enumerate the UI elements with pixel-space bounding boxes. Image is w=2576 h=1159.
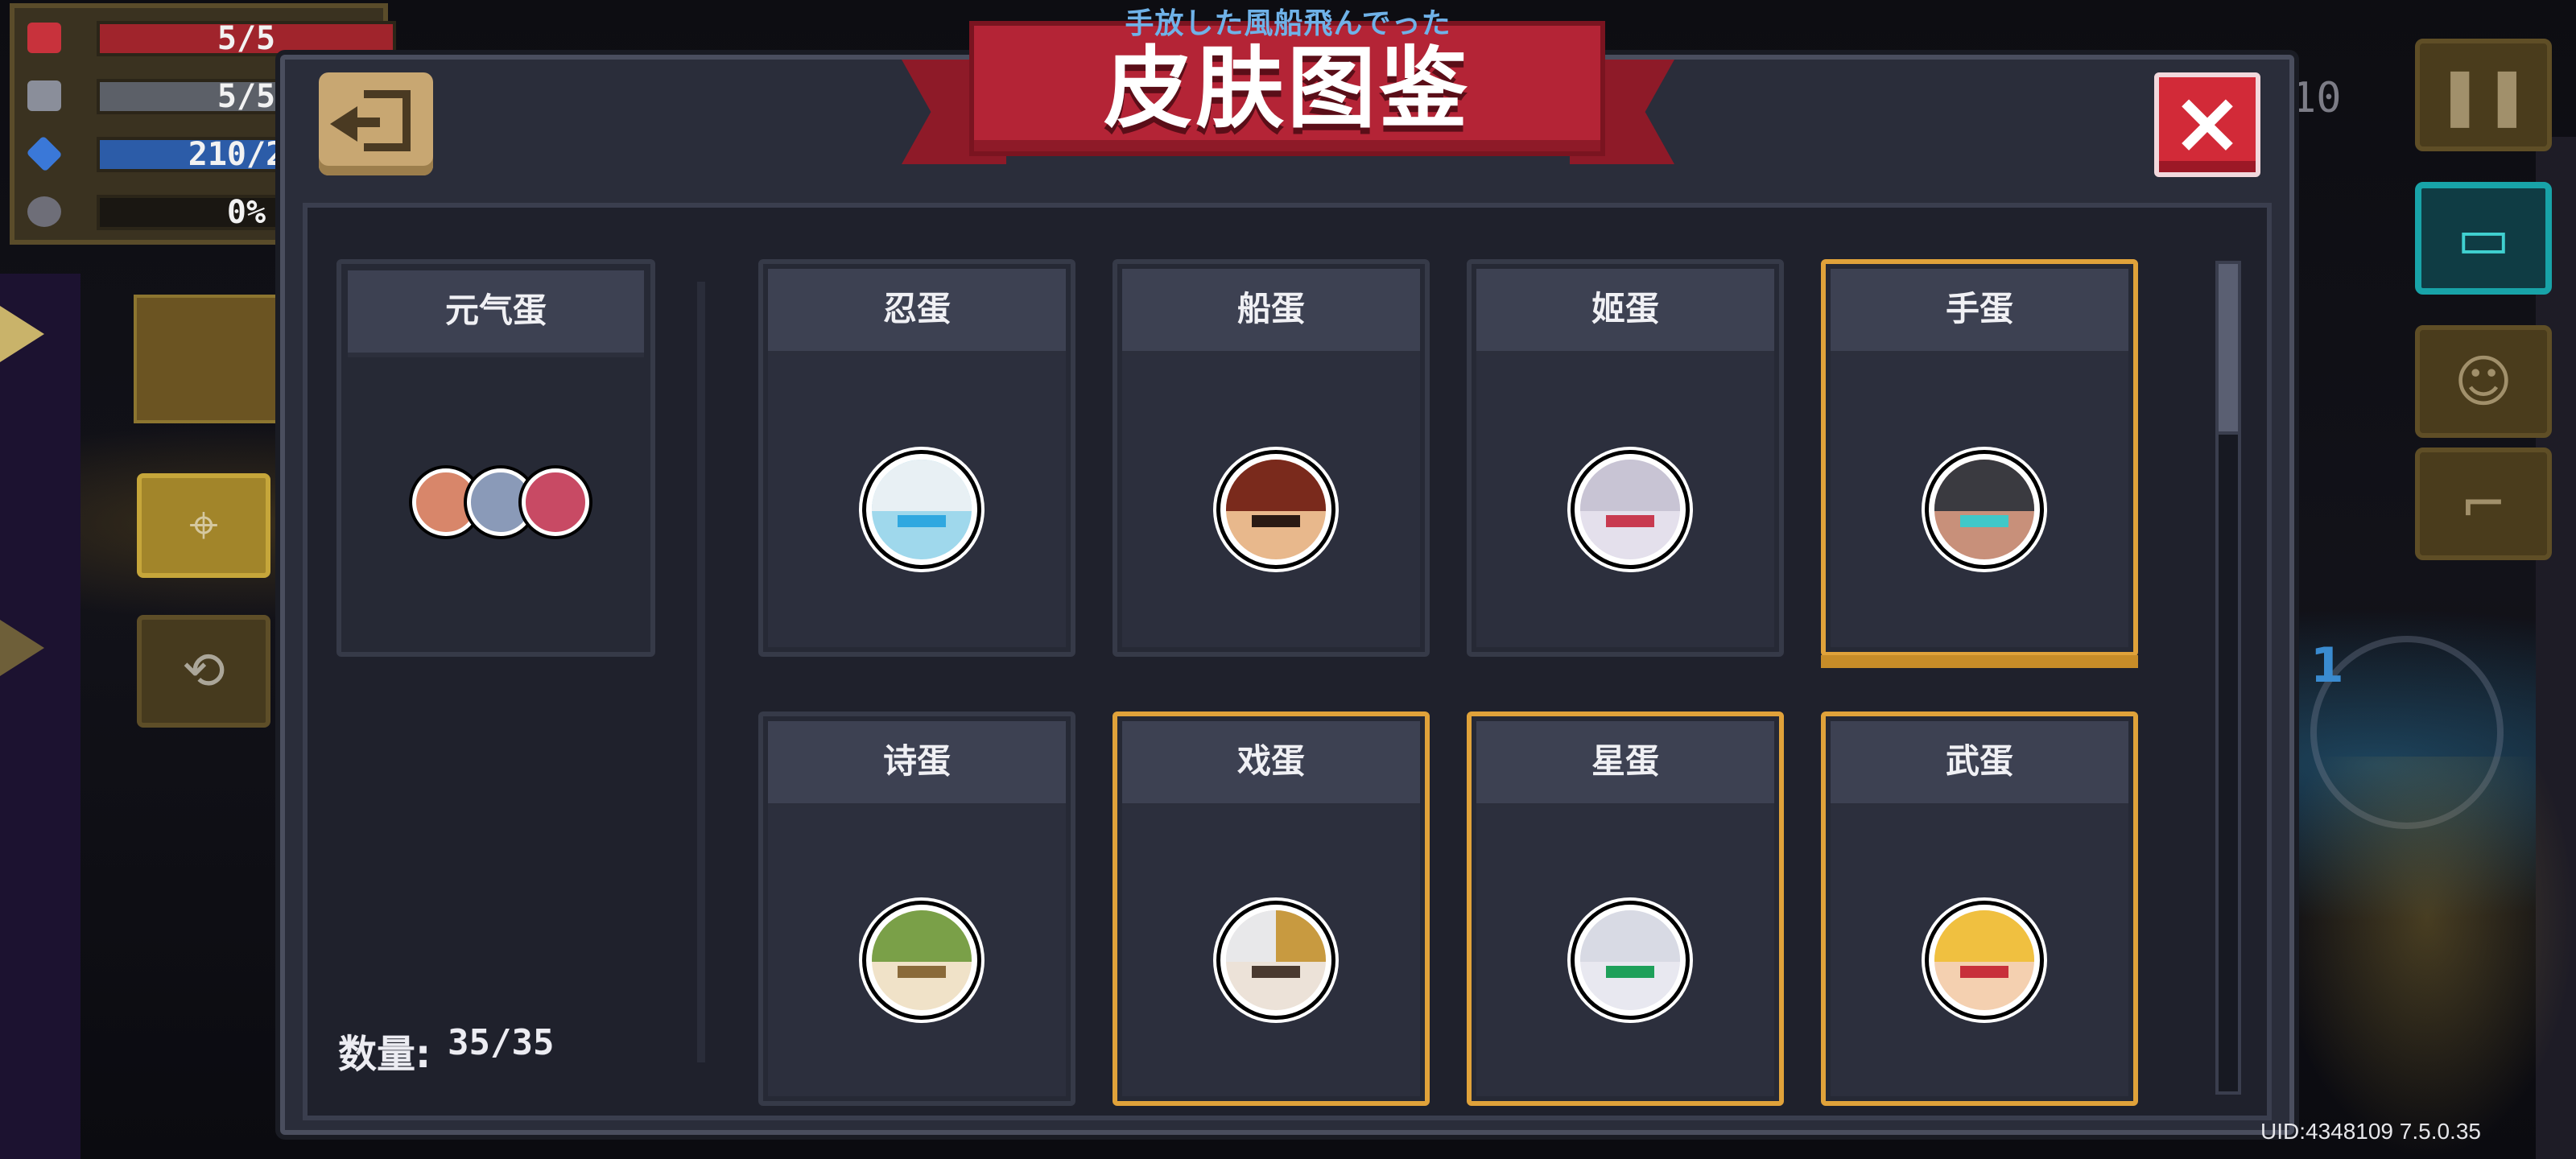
map-pin-button[interactable]: ⌖ bbox=[137, 473, 270, 578]
star-portrait-icon bbox=[1575, 905, 1686, 1016]
skin-card-xing[interactable]: 星蛋 bbox=[1467, 711, 1784, 1106]
thief-portrait-icon bbox=[1929, 454, 2040, 565]
heart-icon bbox=[27, 23, 61, 53]
stairs-icon: ⌐ bbox=[2459, 471, 2508, 537]
category-faces bbox=[412, 468, 589, 549]
opera-portrait-icon bbox=[1220, 905, 1331, 1016]
princess-portrait-icon bbox=[1575, 454, 1686, 565]
level-indicator: 10 bbox=[2291, 74, 2342, 122]
close-button[interactable]: × bbox=[2154, 72, 2260, 177]
skin-card-shi[interactable]: 诗蛋 bbox=[758, 711, 1075, 1106]
skin-label: 星蛋 bbox=[1591, 741, 1659, 781]
pause-button[interactable]: ❚❚ bbox=[2415, 39, 2552, 151]
skill-number: 1 bbox=[2310, 637, 2344, 694]
profile-button[interactable]: ☺ bbox=[2415, 325, 2552, 438]
map-pin-icon: ⌖ bbox=[188, 496, 219, 555]
exit-door-icon bbox=[364, 90, 411, 151]
skin-label: 忍蛋 bbox=[882, 289, 951, 328]
user-icon: ☺ bbox=[2454, 349, 2513, 415]
swap-icon: ⟲ bbox=[182, 641, 225, 701]
captain-portrait-icon bbox=[1220, 454, 1331, 565]
skin-label: 姬蛋 bbox=[1591, 289, 1659, 328]
left-arrow-icon bbox=[0, 620, 44, 676]
swap-button[interactable]: ⟲ bbox=[137, 615, 270, 728]
health-bar: 5/5 bbox=[97, 21, 396, 56]
category-header: 元气蛋 bbox=[348, 270, 644, 357]
equipment-button[interactable]: ▭ bbox=[2415, 182, 2552, 295]
shield-icon bbox=[27, 80, 61, 111]
poet-portrait-icon bbox=[866, 905, 977, 1016]
energy-icon bbox=[26, 135, 63, 172]
floating-message: 手放した風船飛んでった bbox=[1125, 7, 1451, 40]
skin-label: 戏蛋 bbox=[1236, 741, 1305, 781]
left-arrow-icon bbox=[0, 306, 44, 362]
count-label: 数量: bbox=[338, 1032, 431, 1077]
panel-divider bbox=[697, 282, 705, 1062]
skin-card-shou[interactable]: 手蛋 bbox=[1821, 259, 2138, 668]
close-icon: × bbox=[2170, 72, 2244, 173]
ninja-portrait-icon bbox=[866, 454, 977, 565]
skin-card-ji[interactable]: 姬蛋 bbox=[1467, 259, 1784, 657]
warrior-portrait-icon bbox=[1929, 905, 2040, 1016]
character-face-icon bbox=[522, 468, 589, 536]
pause-icon: ❚❚ bbox=[2436, 62, 2531, 128]
skin-label: 诗蛋 bbox=[882, 741, 951, 781]
equipment-icon: ▭ bbox=[2456, 205, 2511, 271]
uid-version-text: UID:4348109 7.5.0.35 bbox=[2260, 1119, 2481, 1144]
back-button[interactable] bbox=[319, 72, 433, 175]
skin-card-xi[interactable]: 戏蛋 bbox=[1113, 711, 1430, 1106]
health-value: 5/5 bbox=[217, 20, 276, 57]
category-label: 元气蛋 bbox=[444, 291, 547, 330]
health-row: 5/5 bbox=[27, 18, 396, 56]
skin-card-ren[interactable]: 忍蛋 bbox=[758, 259, 1075, 657]
stairs-button[interactable]: ⌐ bbox=[2415, 448, 2552, 560]
skin-card-chuan[interactable]: 船蛋 bbox=[1113, 259, 1430, 657]
category-card-yuanqi[interactable]: 元气蛋 bbox=[336, 259, 655, 657]
skin-label: 手蛋 bbox=[1945, 289, 2013, 328]
skin-label: 船蛋 bbox=[1236, 289, 1305, 328]
count-value: 35/35 bbox=[448, 1022, 555, 1063]
background-banner-image bbox=[134, 295, 283, 423]
crit-icon bbox=[27, 196, 61, 227]
skin-label: 武蛋 bbox=[1945, 741, 2013, 781]
skin-card-wu[interactable]: 武蛋 bbox=[1821, 711, 2138, 1106]
scrollbar-thumb[interactable] bbox=[2215, 261, 2241, 435]
background-characters bbox=[2278, 757, 2576, 1159]
background-left-strip bbox=[0, 274, 80, 1159]
